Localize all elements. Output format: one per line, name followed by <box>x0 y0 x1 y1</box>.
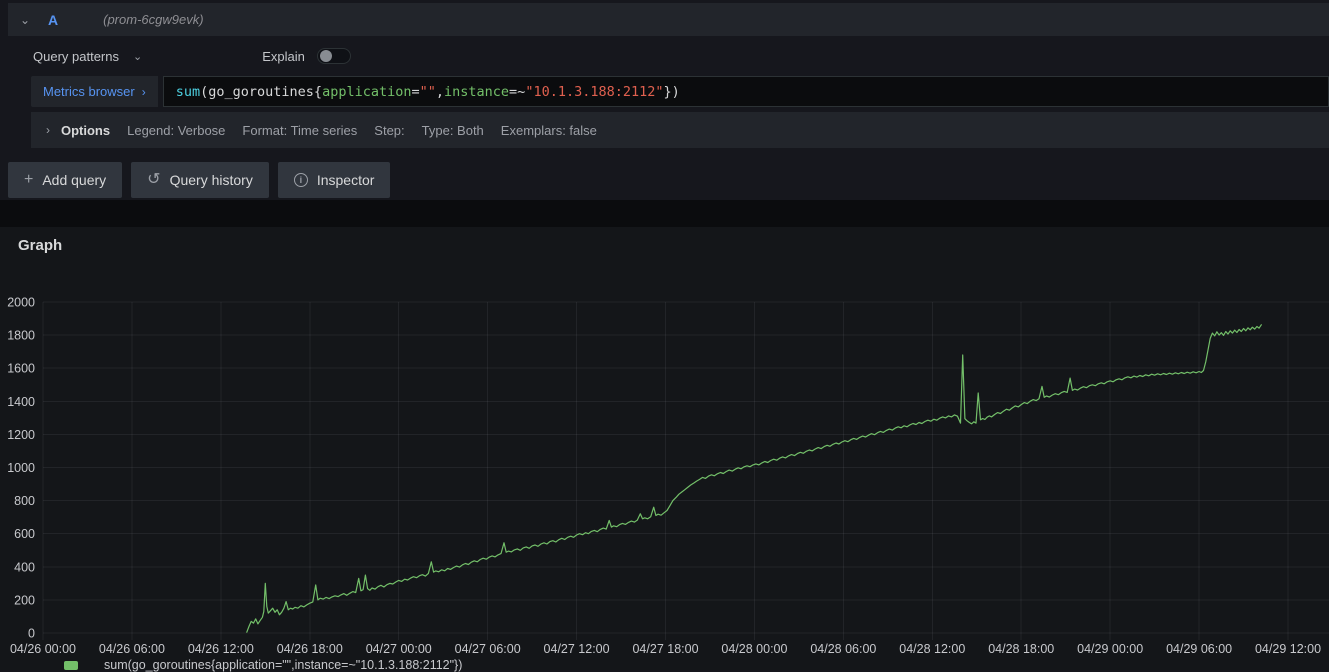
query-patterns-button[interactable]: Query patterns <box>33 49 119 64</box>
plus-icon: + <box>24 172 33 188</box>
query-token: =~ <box>509 84 525 100</box>
x-axis-tick-label: 04/26 00:00 <box>10 642 76 656</box>
time-series-chart[interactable]: 0 200 400 600 800 1000 1200 1400 1600 1800 2000 04/… <box>0 227 1329 670</box>
x-axis-tick-label: 04/29 06:00 <box>1166 642 1232 656</box>
metrics-browser-label: Metrics browser <box>43 84 135 99</box>
explain-label: Explain <box>262 49 305 64</box>
options-row[interactable]: › Options Legend: Verbose Format: Time se… <box>31 112 1329 148</box>
y-axis-tick-label: 1800 <box>7 329 35 343</box>
y-axis-tick-label: 1400 <box>7 395 35 409</box>
collapse-chevron-icon[interactable]: ⌄ <box>20 13 38 27</box>
option-summary-item: Format: Time series <box>242 123 357 138</box>
pane-divider[interactable] <box>0 200 1329 227</box>
x-axis-tick-label: 04/26 12:00 <box>188 642 254 656</box>
toggle-knob <box>320 50 332 62</box>
add-query-button[interactable]: + Add query <box>8 162 122 198</box>
query-token: sum <box>176 84 200 100</box>
y-axis-tick-label: 1000 <box>7 461 35 475</box>
y-axis-tick-label: 1600 <box>7 362 35 376</box>
query-ref-id: A <box>48 12 58 28</box>
options-label[interactable]: Options <box>61 123 110 138</box>
y-axis-tick-label: 2000 <box>7 296 35 310</box>
chevron-down-icon[interactable]: ⌄ <box>133 50 142 63</box>
x-axis-tick-label: 04/28 00:00 <box>721 642 787 656</box>
promql-query-input[interactable]: sum(go_goroutines{application="",instanc… <box>163 76 1329 107</box>
x-axis-tick-label: 04/27 00:00 <box>366 642 432 656</box>
x-axis-tick-label: 04/26 06:00 <box>99 642 165 656</box>
add-query-label: Add query <box>42 172 106 188</box>
action-buttons: + Add query ↺ Query history i Inspector <box>8 162 390 198</box>
query-token: "10.1.3.188:2112" <box>525 84 663 100</box>
metrics-browser-button[interactable]: Metrics browser › <box>31 76 158 107</box>
y-axis-tick-label: 400 <box>14 560 35 574</box>
query-history-label: Query history <box>170 172 253 188</box>
y-axis-tick-label: 800 <box>14 494 35 508</box>
option-summary-item: Legend: Verbose <box>127 123 225 138</box>
legend-color-swatch <box>64 661 78 670</box>
x-axis-tick-label: 04/29 00:00 <box>1077 642 1143 656</box>
y-axis-tick-label: 0 <box>28 627 35 641</box>
y-axis-tick-label: 1200 <box>7 428 35 442</box>
query-toolbar: Query patterns ⌄ Explain <box>33 36 1329 76</box>
query-token: }) <box>663 84 679 100</box>
x-axis-tick-label: 04/28 06:00 <box>810 642 876 656</box>
option-summary-item: Exemplars: false <box>501 123 597 138</box>
inspector-label: Inspector <box>317 172 375 188</box>
x-axis-tick-label: 04/28 18:00 <box>988 642 1054 656</box>
query-token: (go_goroutines{ <box>200 84 322 100</box>
x-axis-tick-label: 04/27 18:00 <box>632 642 698 656</box>
query-token: = <box>411 84 419 100</box>
graph-panel: Graph 0200400600800100012001400160018002… <box>0 227 1329 670</box>
x-axis-tick-label: 04/26 18:00 <box>277 642 343 656</box>
y-axis-tick-label: 200 <box>14 593 35 607</box>
x-axis-tick-label: 04/29 12:00 <box>1255 642 1321 656</box>
query-row-header[interactable]: ⌄ A (prom-6cgw9evk) <box>8 3 1329 36</box>
chevron-right-icon: › <box>142 85 146 99</box>
x-axis-tick-label: 04/28 12:00 <box>899 642 965 656</box>
datasource-hint: (prom-6cgw9evk) <box>103 12 203 27</box>
y-axis-tick-label: 600 <box>14 527 35 541</box>
history-icon: ↺ <box>147 172 160 188</box>
x-axis-tick-label: 04/27 06:00 <box>455 642 521 656</box>
options-summary: Legend: Verbose Format: Time series Step: T… <box>127 123 597 138</box>
chevron-right-icon[interactable]: › <box>46 123 50 137</box>
explain-toggle[interactable] <box>317 48 351 64</box>
option-summary-item: Step: <box>374 123 404 138</box>
query-token: "" <box>420 84 436 100</box>
query-editor-row: Metrics browser › sum(go_goroutines{appl… <box>31 76 1329 107</box>
query-history-button[interactable]: ↺ Query history <box>131 162 269 198</box>
info-icon: i <box>294 173 308 187</box>
query-token: instance <box>444 84 509 100</box>
x-axis-tick-label: 04/27 12:00 <box>544 642 610 656</box>
option-summary-item: Type: Both <box>422 123 484 138</box>
query-token: , <box>436 84 444 100</box>
inspector-button[interactable]: i Inspector <box>278 162 391 198</box>
query-token: application <box>322 84 411 100</box>
